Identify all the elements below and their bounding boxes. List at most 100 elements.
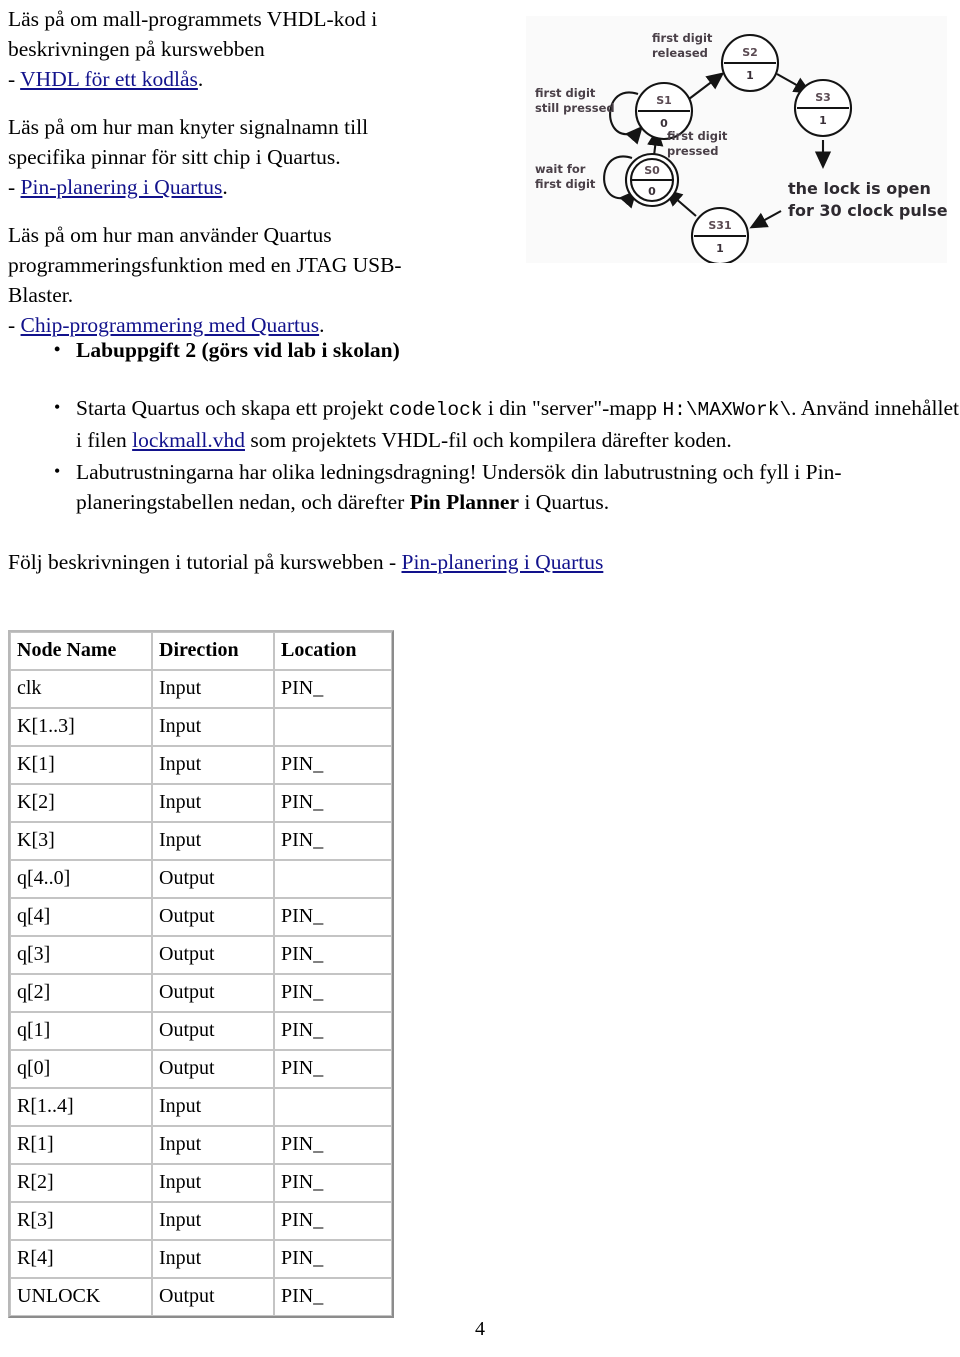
intro-period: . (197, 67, 204, 91)
cell-location[interactable]: PIN_ (274, 1202, 392, 1240)
list-item-task-2: Labutrustningarna har olika ledningsdrag… (42, 456, 960, 517)
cell-location[interactable] (274, 708, 392, 746)
edge-s1-s2 (688, 72, 725, 100)
cell-location[interactable]: PIN_ (274, 784, 392, 822)
list-item-heading: Labuppgift 2 (görs vid lab i skolan) (42, 334, 960, 365)
cell-node-name: R[1] (10, 1126, 152, 1164)
column-header-direction: Direction (152, 632, 274, 670)
link-pin-planering-i-quartus-top[interactable]: Pin-planering i Quartus (21, 175, 223, 199)
column-header-location: Location (274, 632, 392, 670)
state-label-s2: S2 (742, 46, 758, 59)
page-top-section: Läs på om mall-programmets VHDL-kod i be… (0, 0, 960, 337)
table-row: clk Input PIN_ (10, 670, 392, 708)
assignment-list: Labuppgift 2 (görs vid lab i skolan) Sta… (0, 334, 960, 517)
cell-location[interactable]: PIN_ (274, 898, 392, 936)
cell-location[interactable]: PIN_ (274, 974, 392, 1012)
table-row: K[3] Input PIN_ (10, 822, 392, 860)
cell-node-name: clk (10, 670, 152, 708)
link-chip-programmering-med-quartus[interactable]: Chip-programmering med Quartus (21, 313, 320, 337)
annotation-lock-open-line1: the lock is open (788, 179, 931, 198)
cell-location[interactable]: PIN_ (274, 1164, 392, 1202)
intro-paragraph-1: Läs på om mall-programmets VHDL-kod i be… (8, 4, 508, 94)
cell-location[interactable]: PIN_ (274, 936, 392, 974)
cell-location[interactable]: PIN_ (274, 746, 392, 784)
pin-table-body: clk Input PIN_ K[1..3] Input K[1] Input PIN_ K[2… (10, 670, 392, 1316)
intro-period: . (319, 313, 325, 337)
task1-code-maxwork-path: H:\MAXWork\ (662, 399, 792, 421)
cell-node-name: q[4] (10, 898, 152, 936)
table-row: K[2] Input PIN_ (10, 784, 392, 822)
table-row: q[0] Output PIN_ (10, 1050, 392, 1088)
cell-direction: Output (152, 1012, 274, 1050)
annotation-lock-open-line2: for 30 clock pulses (788, 201, 947, 220)
pin-planning-table-container: Node Name Direction Location clk Input PIN… (8, 630, 394, 1318)
annotation-first-digit-still-pressed-line2: still pressed (535, 101, 615, 115)
cell-direction: Input (152, 784, 274, 822)
state-label-s3: S3 (815, 91, 831, 104)
intro-text-column: Läs på om mall-programmets VHDL-kod i be… (8, 4, 508, 340)
state-diagram-graphic: S1 0 S2 1 S3 1 S0 0 S31 1 first digit re… (535, 31, 947, 263)
table-row: R[2] Input PIN_ (10, 1164, 392, 1202)
cell-direction: Input (152, 670, 274, 708)
cell-direction: Input (152, 1240, 274, 1278)
link-lockmall-vhd[interactable]: lockmall.vhd (132, 428, 245, 452)
cell-node-name: K[1] (10, 746, 152, 784)
cell-direction: Output (152, 1050, 274, 1088)
annotation-first-digit-still-pressed-line1: first digit (535, 86, 596, 100)
annotation-first-digit-pressed-line1: first digit (667, 129, 728, 143)
intro-line: specifika pinnar för sitt chip i Quartus… (8, 145, 341, 169)
pin-table-head: Node Name Direction Location (10, 632, 392, 670)
table-row: R[3] Input PIN_ (10, 1202, 392, 1240)
cell-location[interactable] (274, 860, 392, 898)
link-vhdl-for-ett-kodlas[interactable]: VHDL för ett kodlås (20, 67, 198, 91)
cell-location[interactable]: PIN_ (274, 1278, 392, 1316)
cell-node-name: q[2] (10, 974, 152, 1012)
cell-location[interactable]: PIN_ (274, 1240, 392, 1278)
intro-paragraph-3: Läs på om hur man använder Quartus progr… (8, 220, 508, 340)
cell-direction: Input (152, 1126, 274, 1164)
task1-code-codelock: codelock (388, 399, 483, 421)
cell-direction: Input (152, 1164, 274, 1202)
intro-line: programmeringsfunktion med en JTAG USB- (8, 253, 402, 277)
cell-direction: Input (152, 1202, 274, 1240)
cell-node-name: q[1] (10, 1012, 152, 1050)
intro-line: Blaster. (8, 283, 74, 307)
cell-direction: Input (152, 1088, 274, 1126)
cell-location[interactable] (274, 1088, 392, 1126)
cell-direction: Output (152, 1278, 274, 1316)
follow-tutorial-paragraph: Följ beskrivningen i tutorial på kursweb… (8, 547, 960, 577)
annotation-wait-for-first-digit-line1: wait for (535, 162, 586, 176)
pin-planning-table: Node Name Direction Location clk Input PIN… (8, 630, 394, 1318)
cell-direction: Input (152, 746, 274, 784)
intro-dash: - (8, 175, 21, 199)
intro-line: Läs på om hur man knyter signalnamn till (8, 115, 369, 139)
cell-node-name: R[3] (10, 1202, 152, 1240)
follow-text: Följ beskrivningen i tutorial på kursweb… (8, 550, 402, 574)
cell-node-name: K[3] (10, 822, 152, 860)
cell-location[interactable]: PIN_ (274, 1050, 392, 1088)
annotation-first-digit-released-line1: first digit (652, 31, 713, 45)
intro-line: Läs på om hur man använder Quartus (8, 223, 332, 247)
state-output-s31: 1 (716, 242, 724, 255)
cell-direction: Input (152, 822, 274, 860)
cell-location[interactable]: PIN_ (274, 1126, 392, 1164)
cell-location[interactable]: PIN_ (274, 1012, 392, 1050)
intro-dash: - (8, 313, 21, 337)
table-row: K[1] Input PIN_ (10, 746, 392, 784)
link-pin-planering-i-quartus-bottom[interactable]: Pin-planering i Quartus (402, 550, 604, 574)
column-header-node-name: Node Name (10, 632, 152, 670)
cell-node-name: q[4..0] (10, 860, 152, 898)
state-output-s3: 1 (819, 114, 827, 127)
intro-line: Läs på om mall-programmets VHDL-kod i (8, 7, 378, 31)
table-row: q[3] Output PIN_ (10, 936, 392, 974)
table-row: R[4] Input PIN_ (10, 1240, 392, 1278)
table-row: q[1] Output PIN_ (10, 1012, 392, 1050)
task1-segment-2: i din "server"-mapp (482, 396, 663, 420)
annotation-wait-for-first-digit-line2: first digit (535, 177, 596, 191)
cell-direction: Output (152, 936, 274, 974)
cell-location[interactable]: PIN_ (274, 670, 392, 708)
cell-node-name: UNLOCK (10, 1278, 152, 1316)
cell-location[interactable]: PIN_ (274, 822, 392, 860)
list-item-task-1: Starta Quartus och skapa ett projekt cod… (42, 392, 960, 455)
state-output-s0: 0 (648, 185, 656, 198)
